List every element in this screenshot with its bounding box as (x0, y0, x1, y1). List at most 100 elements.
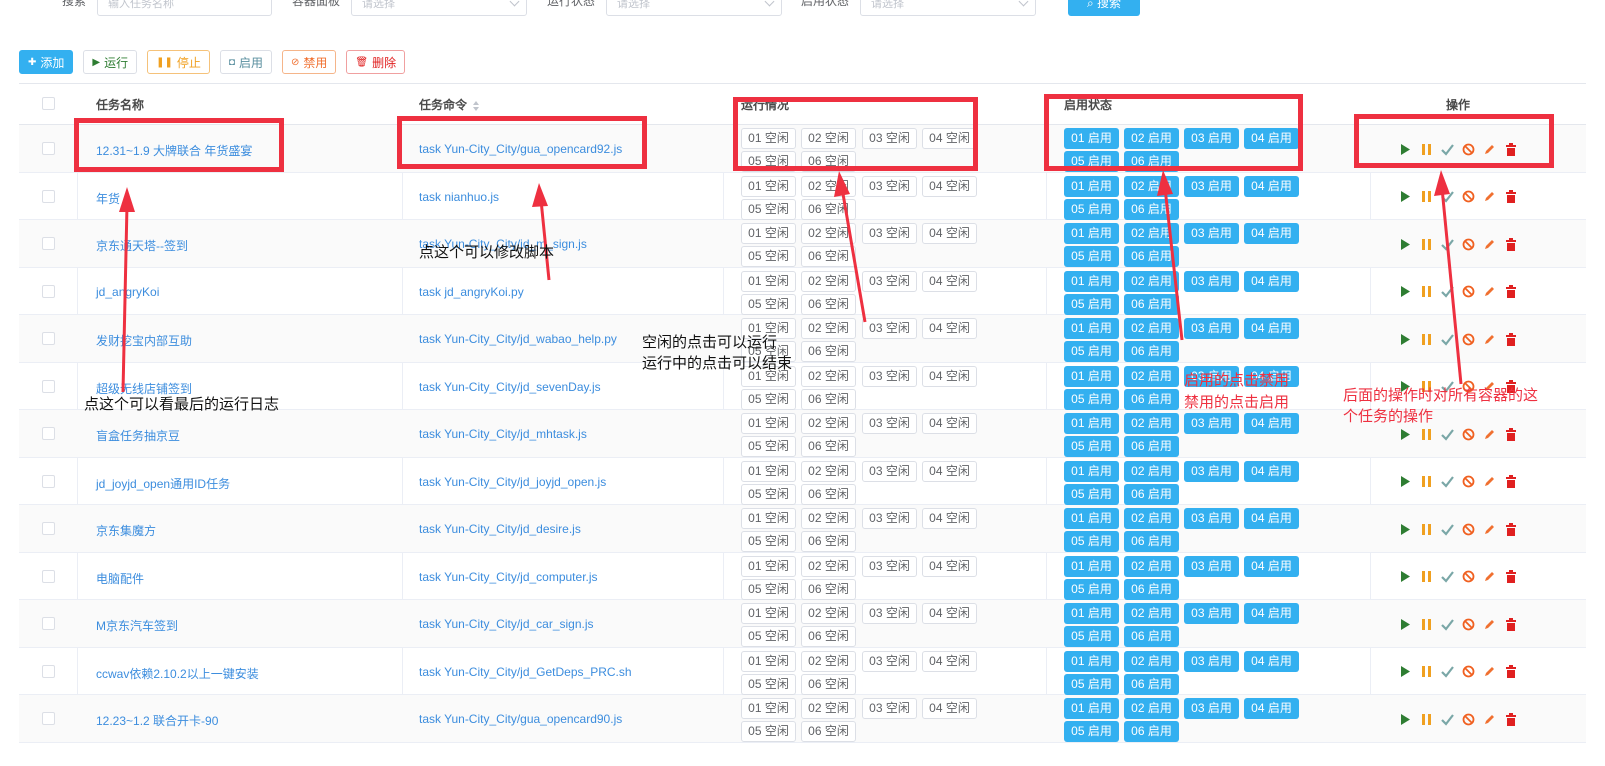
enable-status-pill[interactable]: 05 启用 (1064, 531, 1119, 552)
task-command-link[interactable]: task jd_angryKoi.py (419, 285, 524, 299)
edit-icon[interactable] (1483, 712, 1496, 726)
trash-icon[interactable] (1504, 332, 1517, 346)
task-name-link[interactable]: ccwav依赖2.10.2以上一键安装 (96, 665, 259, 682)
edit-icon[interactable] (1483, 190, 1496, 204)
edit-icon[interactable] (1483, 570, 1496, 584)
task-command-link[interactable]: task Yun-City_City/jd_computer.js (419, 570, 598, 584)
enable-status-pill[interactable]: 06 启用 (1124, 198, 1179, 220)
pause-icon[interactable] (1420, 427, 1433, 441)
row-checkbox[interactable] (42, 617, 55, 630)
run-status-pill[interactable]: 05 空闲 (741, 531, 796, 552)
enable-status-pill[interactable]: 01 启用 (1064, 223, 1119, 244)
enable-status-pill[interactable]: 02 启用 (1124, 555, 1179, 577)
task-command-link[interactable]: task Yun-City_City/gua_opencard90.js (419, 712, 622, 726)
trash-icon[interactable] (1504, 285, 1517, 299)
enable-status-pill[interactable]: 01 启用 (1064, 270, 1119, 292)
enable-status-pill[interactable]: 05 启用 (1064, 388, 1119, 410)
enable-status-pill[interactable]: 02 启用 (1124, 650, 1179, 672)
run-status-pill[interactable]: 04 空闲 (922, 175, 977, 197)
pause-icon[interactable] (1420, 522, 1433, 536)
enable-status-pill[interactable]: 04 启用 (1244, 698, 1299, 719)
enable-status-pill[interactable]: 01 启用 (1064, 508, 1119, 529)
enable-status-pill[interactable]: 01 启用 (1064, 650, 1119, 672)
play-icon[interactable] (1399, 190, 1412, 204)
enable-status-pill[interactable]: 04 启用 (1244, 555, 1299, 577)
play-icon[interactable] (1399, 522, 1412, 536)
pause-icon[interactable] (1420, 712, 1433, 726)
row-checkbox[interactable] (42, 332, 55, 345)
task-command-link[interactable]: task Yun-City_City/jd_wabao_help.py (419, 332, 617, 346)
task-name-link[interactable]: jd_joyjd_open通用ID任务 (96, 475, 230, 492)
task-command-link[interactable]: task Yun-City_City/jd_mhtask.js (419, 427, 587, 441)
pause-icon[interactable] (1420, 475, 1433, 489)
run-button[interactable]: ▶ 运行 (83, 50, 138, 74)
enable-status-pill[interactable]: 05 启用 (1064, 483, 1119, 505)
check-icon[interactable] (1441, 332, 1454, 346)
pause-icon[interactable] (1420, 190, 1433, 204)
row-checkbox[interactable] (42, 712, 55, 725)
run-status-pill[interactable]: 01 空闲 (741, 270, 796, 292)
run-status-pill[interactable]: 05 空闲 (741, 673, 796, 695)
run-status-pill[interactable]: 03 空闲 (862, 318, 917, 339)
run-status-pill[interactable]: 02 空闲 (801, 603, 856, 624)
run-status-pill[interactable]: 03 空闲 (862, 270, 917, 292)
check-icon[interactable] (1441, 665, 1454, 679)
play-icon[interactable] (1399, 475, 1412, 489)
play-icon[interactable] (1399, 712, 1412, 726)
run-status-pill[interactable]: 06 空闲 (801, 578, 856, 600)
run-status-pill[interactable]: 02 空闲 (801, 508, 856, 529)
row-checkbox[interactable] (42, 142, 55, 155)
enable-status-pill[interactable]: 02 启用 (1124, 698, 1179, 719)
enable-status-pill[interactable]: 04 启用 (1244, 508, 1299, 529)
task-command-link[interactable]: task Yun-City_City/jd_car_sign.js (419, 617, 594, 631)
task-name-link[interactable]: 盲盒任务抽京豆 (96, 427, 180, 444)
run-status-pill[interactable]: 05 空闲 (741, 198, 796, 220)
enable-status-pill[interactable]: 05 启用 (1064, 246, 1119, 267)
play-icon[interactable] (1399, 237, 1412, 251)
enable-status-pill[interactable]: 02 启用 (1124, 603, 1179, 624)
enable-status-pill[interactable]: 03 启用 (1184, 460, 1239, 482)
ban-icon[interactable] (1462, 237, 1475, 251)
run-status-pill[interactable]: 02 空闲 (801, 413, 856, 434)
task-command-link[interactable]: task Yun-City_City/jd_GetDeps_PRC.sh (419, 665, 632, 679)
trash-icon[interactable] (1504, 427, 1517, 441)
enable-status-pill[interactable]: 02 启用 (1124, 175, 1179, 197)
enable-status-pill[interactable]: 06 启用 (1124, 721, 1179, 742)
run-status-pill[interactable]: 03 空闲 (862, 508, 917, 529)
search-input[interactable]: 输入任务名称 (97, 0, 272, 16)
pause-icon[interactable] (1420, 665, 1433, 679)
enable-status-pill[interactable]: 01 启用 (1064, 460, 1119, 482)
task-name-link[interactable]: jd_angryKoi (96, 285, 159, 299)
enable-status-select[interactable]: 请选择 (860, 0, 1036, 16)
enable-status-pill[interactable]: 03 启用 (1184, 698, 1239, 719)
run-status-pill[interactable]: 06 空闲 (801, 198, 856, 220)
enable-status-pill[interactable]: 06 启用 (1124, 673, 1179, 695)
enable-button[interactable]: ◘ 启用 (219, 50, 272, 74)
run-status-pill[interactable]: 03 空闲 (862, 223, 917, 244)
enable-status-pill[interactable]: 01 启用 (1064, 175, 1119, 197)
enable-status-pill[interactable]: 01 启用 (1064, 698, 1119, 719)
enable-status-pill[interactable]: 03 启用 (1184, 650, 1239, 672)
pause-icon[interactable] (1420, 617, 1433, 631)
row-checkbox[interactable] (42, 284, 55, 298)
trash-icon[interactable] (1504, 570, 1517, 584)
run-status-pill[interactable]: 01 空闲 (741, 508, 796, 529)
enable-status-pill[interactable]: 06 启用 (1124, 436, 1179, 457)
delete-button[interactable]: 🗑 删除 (346, 50, 406, 74)
row-checkbox[interactable] (42, 189, 55, 203)
select-all-checkbox[interactable] (42, 97, 55, 110)
enable-status-pill[interactable]: 01 启用 (1064, 555, 1119, 577)
enable-status-pill[interactable]: 06 启用 (1124, 341, 1179, 362)
row-checkbox[interactable] (42, 379, 55, 393)
enable-status-pill[interactable]: 05 启用 (1064, 626, 1119, 647)
row-checkbox[interactable] (42, 427, 55, 440)
run-status-pill[interactable]: 06 空闲 (801, 341, 856, 362)
enable-status-pill[interactable]: 02 启用 (1124, 223, 1179, 244)
ban-icon[interactable] (1462, 285, 1475, 299)
play-icon[interactable] (1399, 617, 1412, 631)
edit-icon[interactable] (1483, 237, 1496, 251)
enable-status-pill[interactable]: 03 启用 (1184, 413, 1239, 434)
check-icon[interactable] (1441, 285, 1454, 299)
run-status-pill[interactable]: 02 空闲 (801, 365, 856, 387)
trash-icon[interactable] (1504, 190, 1517, 204)
